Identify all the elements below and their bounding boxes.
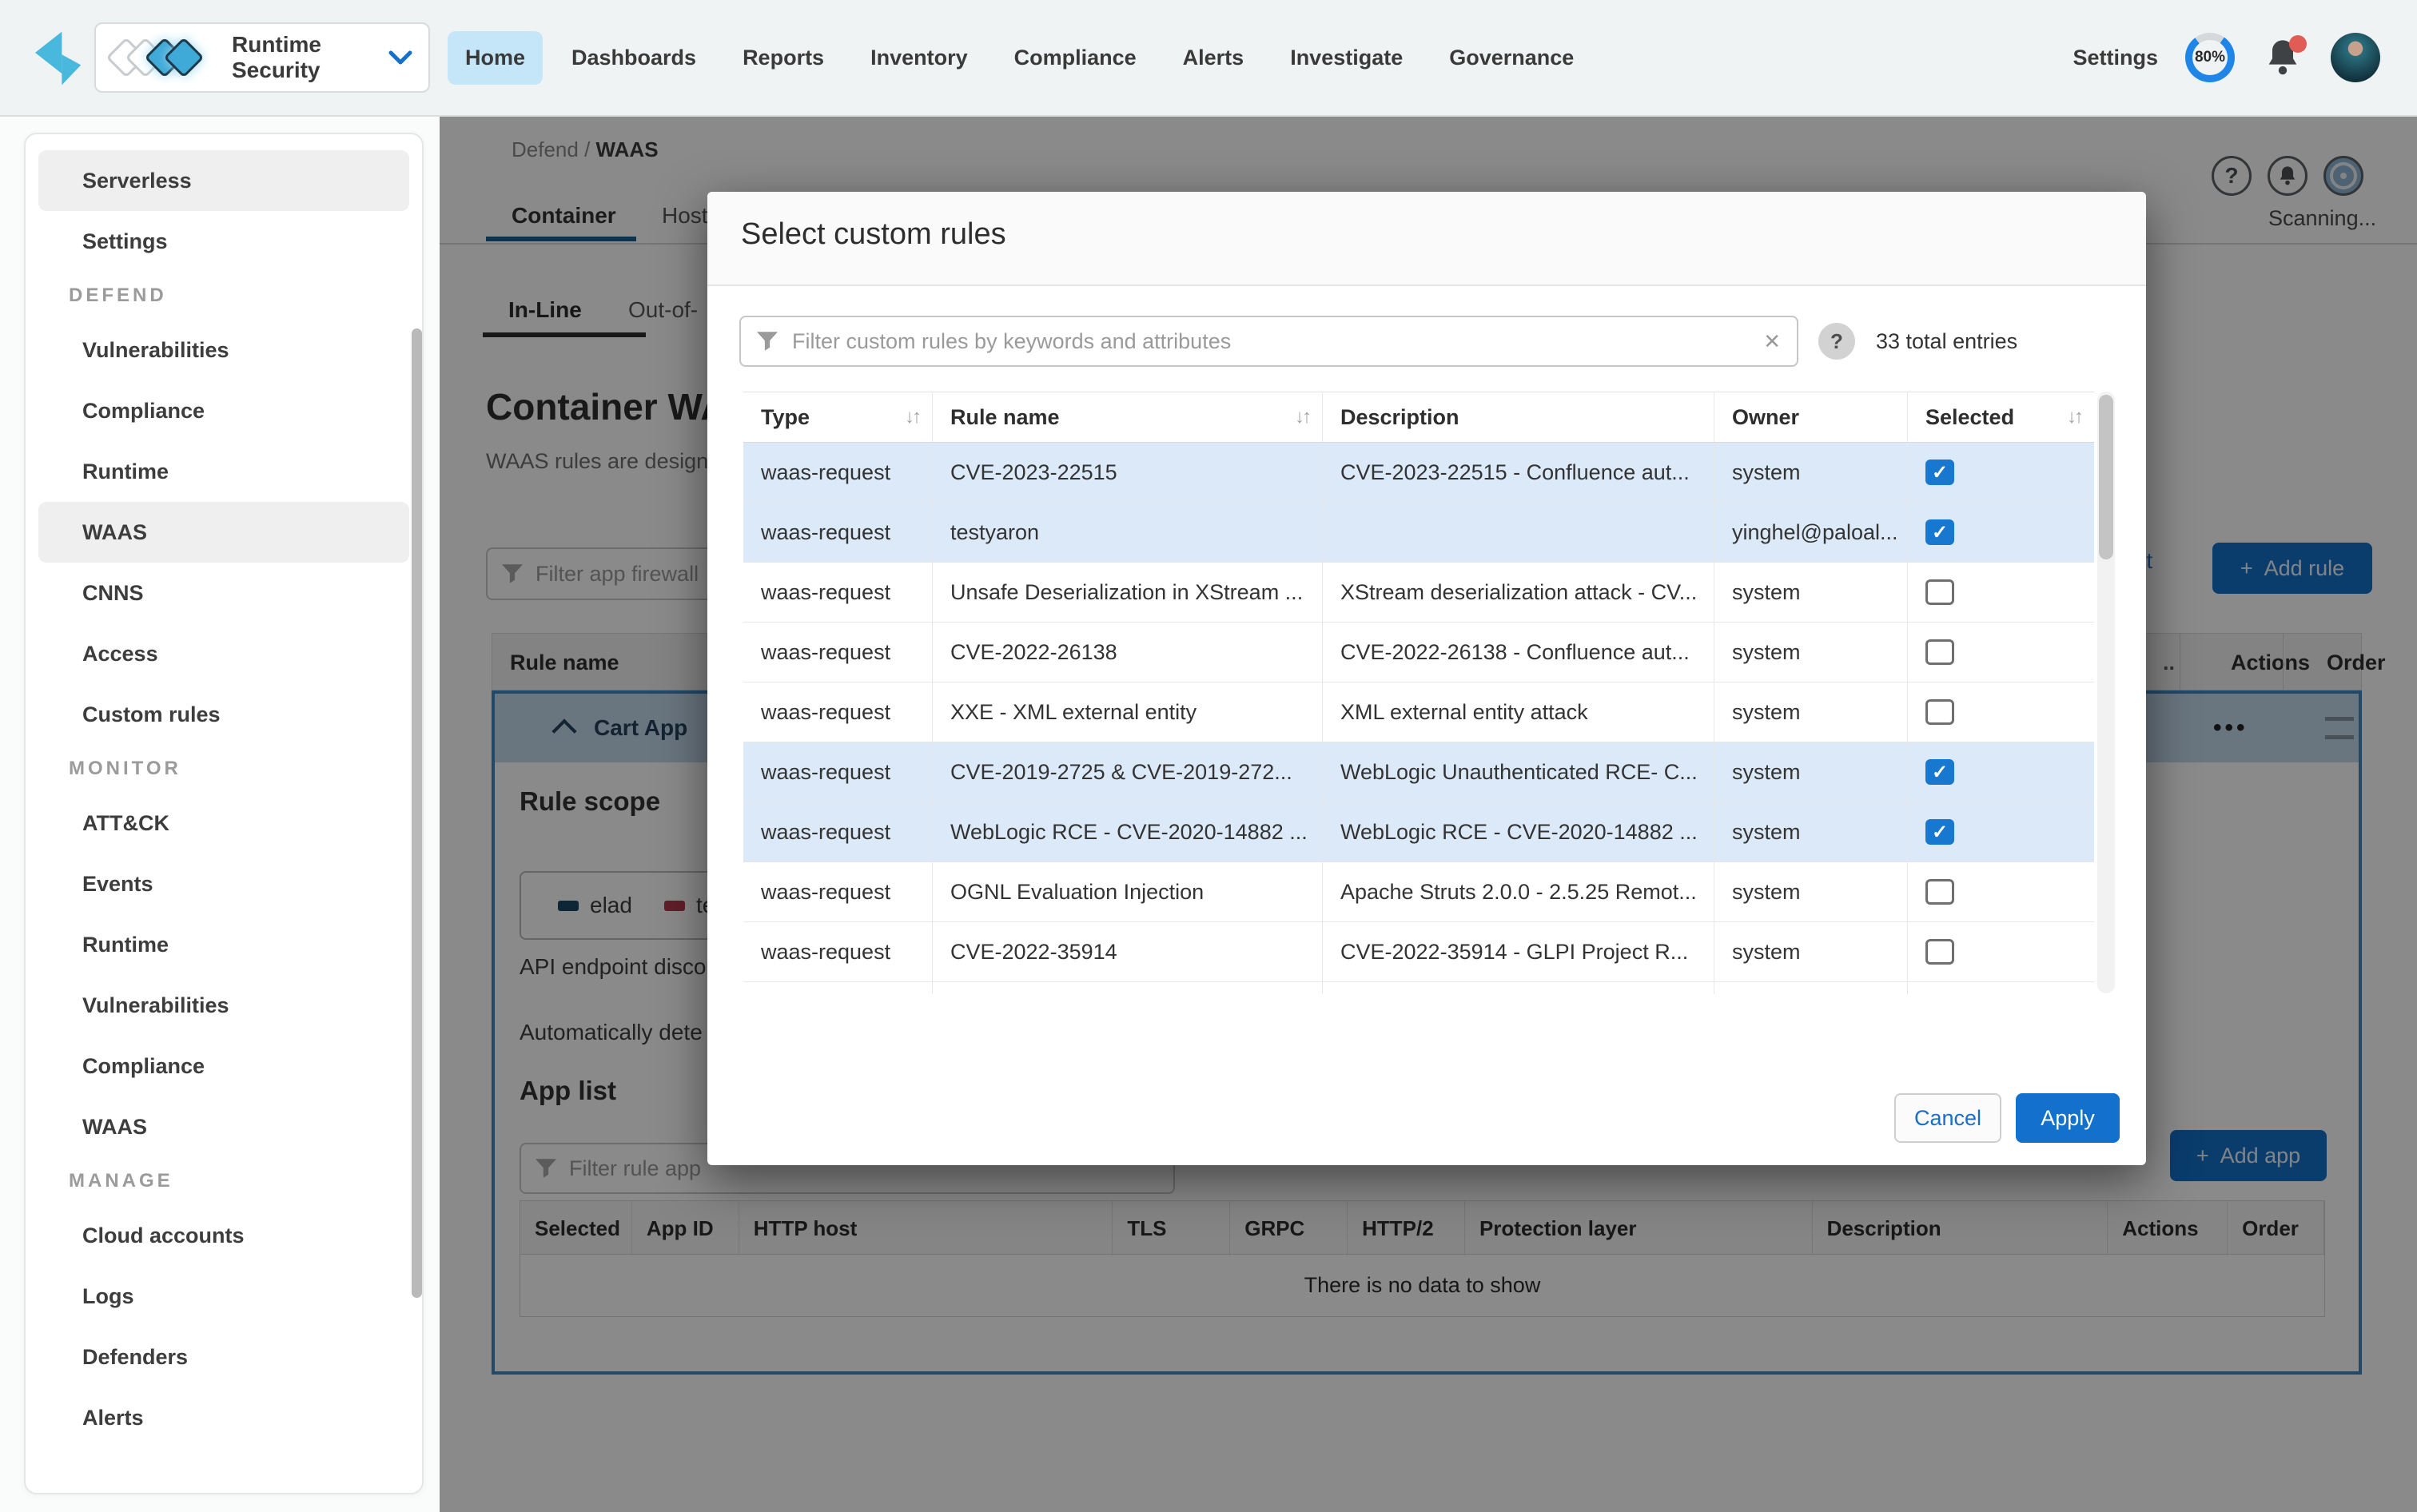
custom-rule-row[interactable]: waas-request OGNL Evaluation Injection A… [743, 862, 2094, 922]
selected-checkbox[interactable]: ✓ [1925, 819, 1954, 845]
table-scrollbar[interactable] [2097, 392, 2115, 993]
nav-item-reports[interactable]: Reports [725, 31, 842, 85]
sidebar-item-cnns[interactable]: CNNS [38, 563, 409, 623]
sidebar-item-access[interactable]: Access [38, 623, 409, 684]
custom-rule-row[interactable]: waas-request testyaron yinghel@paloal...… [743, 503, 2094, 563]
search-placeholder: Filter custom rules by keywords and attr… [792, 329, 1749, 354]
custom-rule-row[interactable]: waas-request [743, 982, 2094, 994]
sidebar-item-defenders[interactable]: Defenders [38, 1327, 409, 1387]
selected-checkbox[interactable] [1925, 939, 1954, 965]
sidebar-item-waas[interactable]: WAAS [38, 502, 409, 563]
top-nav: Runtime Security HomeDashboardsReportsIn… [0, 0, 2417, 117]
modal-header: Select custom rules [707, 192, 2146, 286]
sidebar-item-vulnerabilities[interactable]: Vulnerabilities [38, 975, 409, 1036]
progress-ring[interactable]: 80% [2185, 33, 2235, 82]
user-avatar[interactable] [2331, 33, 2380, 82]
sidebar-item-vulnerabilities[interactable]: Vulnerabilities [38, 320, 409, 380]
column-header-owner[interactable]: Owner [1714, 392, 1908, 442]
nav-item-investigate[interactable]: Investigate [1272, 31, 1420, 85]
select-custom-rules-modal: Select custom rules Filter custom rules … [707, 192, 2146, 1165]
sidebar-section-monitor: MONITOR [38, 745, 409, 793]
sidebar-card: ServerlessSettingsDEFENDVulnerabilitiesC… [24, 133, 424, 1494]
sidebar-item-events[interactable]: Events [38, 853, 409, 914]
nav-item-home[interactable]: Home [448, 31, 543, 85]
sidebar-section-manage: MANAGE [38, 1157, 409, 1205]
runtime-security-icon [112, 43, 198, 72]
nav-item-governance[interactable]: Governance [1431, 31, 1591, 85]
custom-rules-table: Type↓↑ Rule name↓↑ Description Owner Sel… [743, 392, 2094, 994]
column-header-type[interactable]: Type↓↑ [743, 392, 933, 442]
cancel-button[interactable]: Cancel [1894, 1093, 2001, 1143]
notification-badge [2289, 35, 2307, 53]
sidebar-item-settings[interactable]: Settings [38, 211, 409, 272]
clear-search-icon[interactable]: ✕ [1763, 329, 1781, 354]
selected-checkbox[interactable] [1925, 639, 1954, 665]
nav-items: HomeDashboardsReportsInventoryCompliance… [448, 0, 1591, 115]
sidebar-item-runtime[interactable]: Runtime [38, 441, 409, 502]
custom-rule-row[interactable]: waas-request XXE - XML external entity X… [743, 682, 2094, 742]
total-entries: 33 total entries [1876, 329, 2017, 354]
filter-icon [757, 332, 778, 351]
product-switcher[interactable]: Runtime Security [94, 22, 430, 93]
nav-item-dashboards[interactable]: Dashboards [554, 31, 714, 85]
nav-item-inventory[interactable]: Inventory [853, 31, 986, 85]
custom-rules-search-input[interactable]: Filter custom rules by keywords and attr… [739, 316, 1798, 367]
modal-title: Select custom rules [741, 217, 1006, 252]
sidebar-item-cloud-accounts[interactable]: Cloud accounts [38, 1205, 409, 1266]
sidebar-scrollbar[interactable] [412, 328, 422, 1298]
custom-rule-row[interactable]: waas-request CVE-2022-35914 CVE-2022-359… [743, 922, 2094, 982]
app-root: Runtime Security HomeDashboardsReportsIn… [0, 0, 2417, 1512]
sidebar-item-custom-rules[interactable]: Custom rules [38, 684, 409, 745]
prisma-logo-icon [35, 30, 85, 86]
column-header-rule-name[interactable]: Rule name↓↑ [933, 392, 1323, 442]
custom-rules-header-row: Type↓↑ Rule name↓↑ Description Owner Sel… [743, 392, 2094, 443]
sidebar-section-defend: DEFEND [38, 272, 409, 320]
product-name: Runtime Security [232, 32, 388, 83]
selected-checkbox[interactable] [1925, 579, 1954, 605]
custom-rule-row[interactable]: waas-request WebLogic RCE - CVE-2020-148… [743, 802, 2094, 862]
sidebar-item-compliance[interactable]: Compliance [38, 1036, 409, 1096]
nav-item-compliance[interactable]: Compliance [997, 31, 1154, 85]
selected-checkbox[interactable] [1925, 879, 1954, 905]
selected-checkbox[interactable]: ✓ [1925, 759, 1954, 785]
nav-right: Settings 80% [2073, 0, 2417, 115]
sort-icon[interactable]: ↓↑ [2067, 406, 2081, 428]
column-header-selected[interactable]: Selected↓↑ [1908, 392, 2094, 442]
sidebar-item-att-ck[interactable]: ATT&CK [38, 793, 409, 853]
sidebar-item-runtime[interactable]: Runtime [38, 914, 409, 975]
custom-rule-row[interactable]: waas-request CVE-2019-2725 & CVE-2019-27… [743, 742, 2094, 802]
column-header-description[interactable]: Description [1323, 392, 1714, 442]
sidebar-item-logs[interactable]: Logs [38, 1266, 409, 1327]
sidebar: ServerlessSettingsDEFENDVulnerabilitiesC… [0, 117, 440, 1512]
notifications-button[interactable] [2262, 37, 2304, 78]
sidebar-item-alerts[interactable]: Alerts [38, 1387, 409, 1448]
scrollbar-thumb[interactable] [2099, 395, 2113, 559]
sort-icon[interactable]: ↓↑ [1295, 406, 1309, 428]
selected-checkbox[interactable] [1925, 699, 1954, 725]
search-help-icon[interactable]: ? [1818, 323, 1855, 360]
progress-value: 80% [2192, 40, 2228, 75]
chevron-down-icon [388, 50, 412, 66]
sort-icon[interactable]: ↓↑ [905, 406, 919, 428]
nav-item-alerts[interactable]: Alerts [1165, 31, 1262, 85]
sidebar-item-serverless[interactable]: Serverless [38, 150, 409, 211]
settings-link[interactable]: Settings [2073, 46, 2158, 70]
selected-checkbox[interactable]: ✓ [1925, 519, 1954, 545]
custom-rule-row[interactable]: waas-request CVE-2023-22515 CVE-2023-225… [743, 443, 2094, 503]
custom-rule-row[interactable]: waas-request CVE-2022-26138 CVE-2022-261… [743, 623, 2094, 682]
selected-checkbox[interactable]: ✓ [1925, 460, 1954, 485]
sidebar-item-compliance[interactable]: Compliance [38, 380, 409, 441]
custom-rule-row[interactable]: waas-request Unsafe Deserialization in X… [743, 563, 2094, 623]
apply-button[interactable]: Apply [2016, 1093, 2120, 1143]
sidebar-item-waas[interactable]: WAAS [38, 1096, 409, 1157]
